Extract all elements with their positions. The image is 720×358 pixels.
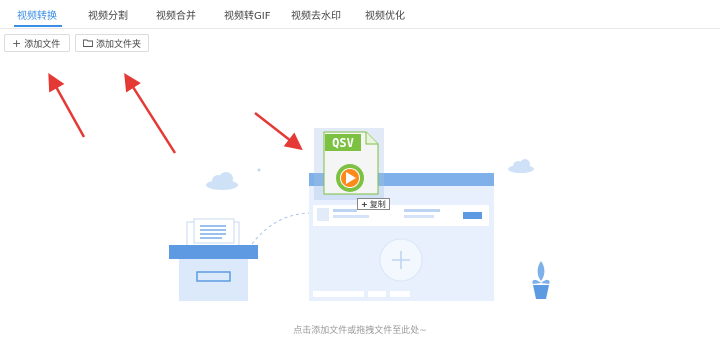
plant-pot-icon	[532, 261, 550, 299]
copy-cursor-badge: + 复制	[357, 198, 390, 210]
dropzone-hint[interactable]: 点击添加文件或拖拽文件至此处~	[0, 323, 720, 336]
cloud-left-icon	[206, 172, 238, 190]
sparkle-dot-icon	[257, 168, 261, 172]
arrow-to-add-folder-icon	[124, 73, 177, 154]
plus-icon: +	[361, 199, 368, 209]
drag-path-line	[251, 212, 311, 245]
arrow-to-drag-file-icon	[254, 112, 303, 151]
archive-box-icon	[169, 218, 258, 301]
arrow-to-add-file-icon	[48, 72, 86, 138]
drop-zone-illustration[interactable]: QSV	[0, 0, 720, 358]
annotation-arrows	[48, 72, 303, 154]
copy-badge-label: 复制	[369, 199, 386, 209]
qsv-file-icon: QSV	[314, 128, 384, 200]
cloud-right-icon	[508, 159, 534, 173]
drag-file-extension: QSV	[332, 136, 354, 150]
